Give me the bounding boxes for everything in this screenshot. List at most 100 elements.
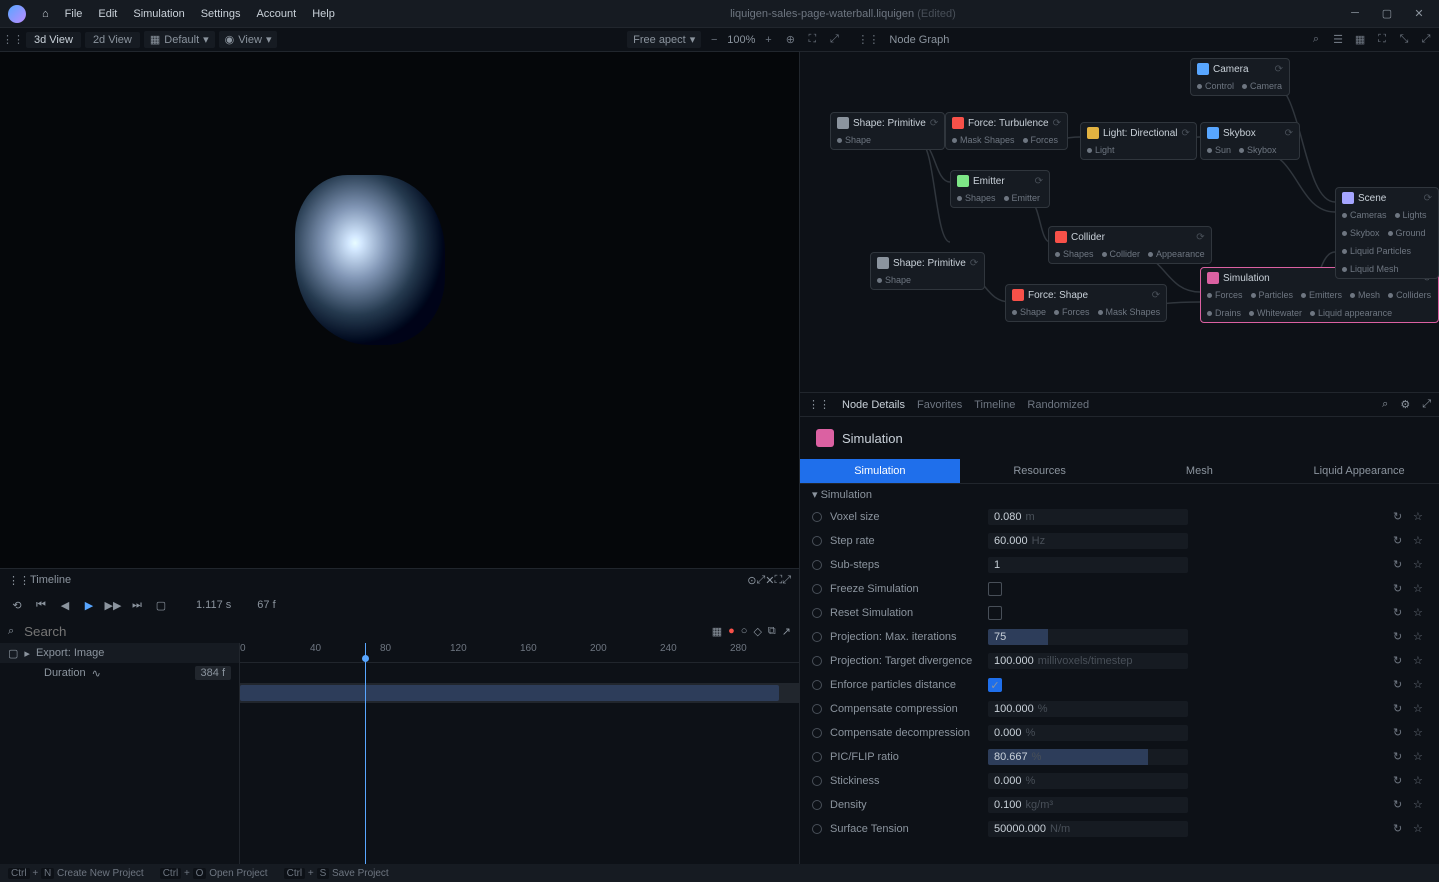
playhead[interactable]	[365, 643, 366, 864]
node-refresh-icon[interactable]: ⟳	[1196, 232, 1204, 243]
status-shortcut[interactable]: Ctrl + S Save Project	[284, 868, 389, 879]
node-port[interactable]: Liquid Particles	[1342, 246, 1411, 256]
status-shortcut[interactable]: Ctrl + N Create New Project	[8, 868, 144, 879]
collapse-icon[interactable]: ⤡	[1395, 31, 1413, 49]
node-port[interactable]: Liquid Mesh	[1342, 264, 1399, 274]
node-port[interactable]: Skybox	[1342, 228, 1380, 238]
layout-dropdown[interactable]: ▦ Default ▾	[144, 31, 215, 48]
grip-icon[interactable]: ⋮⋮	[8, 574, 30, 587]
node-emitter[interactable]: Emitter⟳ShapesEmitter	[950, 170, 1050, 208]
menu-settings[interactable]: Settings	[193, 4, 249, 24]
node-port[interactable]: Emitters	[1301, 290, 1342, 300]
prop-value-input[interactable]: 100.000millivoxels/timestep	[988, 653, 1188, 669]
node-port[interactable]: Mask Shapes	[952, 135, 1015, 145]
node-port[interactable]: Collider	[1102, 249, 1141, 259]
step-back-button[interactable]: ◀	[56, 596, 74, 614]
prop-checkbox[interactable]	[988, 582, 1002, 596]
node-port[interactable]: Shape	[837, 135, 871, 145]
subtab-simulation[interactable]: Simulation	[800, 459, 960, 483]
node-port[interactable]: Shape	[1012, 307, 1046, 317]
reset-icon[interactable]: ↻	[1393, 606, 1407, 620]
node-collider[interactable]: Collider⟳ShapesColliderAppearance	[1048, 226, 1212, 264]
favorite-icon[interactable]: ☆	[1413, 678, 1427, 692]
reset-icon[interactable]: ↻	[1393, 654, 1407, 668]
settings-icon[interactable]: ⚙	[1400, 398, 1410, 411]
node-refresh-icon[interactable]: ⟳	[930, 118, 938, 129]
node-port[interactable]: Camera	[1242, 81, 1282, 91]
export-row[interactable]: ▢ ▸ Export: Image	[0, 643, 239, 663]
subtab-resources[interactable]: Resources	[960, 459, 1120, 483]
home-icon[interactable]: ⌂	[34, 4, 57, 24]
prop-keyframe-toggle[interactable]	[812, 536, 822, 546]
reset-icon[interactable]: ↻	[1393, 558, 1407, 572]
favorite-icon[interactable]: ☆	[1413, 606, 1427, 620]
menu-file[interactable]: File	[57, 4, 91, 24]
menu-simulation[interactable]: Simulation	[125, 4, 192, 24]
subtab-mesh[interactable]: Mesh	[1120, 459, 1280, 483]
menu-edit[interactable]: Edit	[90, 4, 125, 24]
node-port[interactable]: Mesh	[1350, 290, 1380, 300]
node-light[interactable]: Light: Directional⟳Light	[1080, 122, 1197, 160]
node-refresh-icon[interactable]: ⟳	[1424, 193, 1432, 204]
node-port[interactable]: Particles	[1251, 290, 1294, 300]
zoom-in-button[interactable]: +	[759, 31, 777, 49]
step-forward-button[interactable]: ▶▶	[104, 596, 122, 614]
collapse-icon[interactable]: ✕	[765, 574, 774, 587]
prop-keyframe-toggle[interactable]	[812, 608, 822, 618]
play-button[interactable]: ▶	[80, 596, 98, 614]
favorite-icon[interactable]: ☆	[1413, 750, 1427, 764]
subtab-liquid-appearance[interactable]: Liquid Appearance	[1279, 459, 1439, 483]
record-dot-icon[interactable]: ●	[728, 625, 735, 637]
expand-icon[interactable]: ⤢	[825, 31, 843, 49]
node-port[interactable]: Liquid appearance	[1310, 308, 1392, 318]
node-port[interactable]: Sun	[1207, 145, 1231, 155]
node-port[interactable]: Mask Shapes	[1098, 307, 1161, 317]
prop-keyframe-toggle[interactable]	[812, 704, 822, 714]
view-2d-button[interactable]: 2d View	[85, 32, 140, 48]
focus-icon[interactable]: ⊕	[781, 31, 799, 49]
search-icon[interactable]: ⌕	[1307, 31, 1325, 49]
reset-icon[interactable]: ↻	[1393, 582, 1407, 596]
tab-timeline[interactable]: Timeline	[974, 399, 1015, 411]
duration-row[interactable]: Duration ∿ 384 f	[0, 663, 239, 683]
node-camera[interactable]: Camera⟳ControlCamera	[1190, 58, 1290, 96]
reset-icon[interactable]: ↻	[1393, 822, 1407, 836]
status-shortcut[interactable]: Ctrl + O Open Project	[160, 868, 268, 879]
prop-value-input[interactable]: 0.000%	[988, 725, 1188, 741]
tab-favorites[interactable]: Favorites	[917, 399, 962, 411]
node-port[interactable]: Light	[1087, 145, 1115, 155]
node-skybox[interactable]: Skybox⟳SunSkybox	[1200, 122, 1300, 160]
section-simulation[interactable]: ▾ Simulation	[800, 484, 1439, 505]
prop-value-input[interactable]: 50000.000N/m	[988, 821, 1188, 837]
menu-help[interactable]: Help	[304, 4, 343, 24]
node-port[interactable]: Shapes	[957, 193, 996, 203]
timeline-clip[interactable]	[240, 685, 779, 701]
list-icon[interactable]: ☰	[1329, 31, 1347, 49]
favorite-icon[interactable]: ☆	[1413, 798, 1427, 812]
node-port[interactable]: Shapes	[1055, 249, 1094, 259]
reset-icon[interactable]: ↻	[1393, 510, 1407, 524]
prop-value-input[interactable]: 80.667%	[988, 749, 1188, 765]
favorite-icon[interactable]: ☆	[1413, 558, 1427, 572]
fit-icon[interactable]: ⛶	[1373, 31, 1391, 49]
circle-icon[interactable]: ○	[741, 625, 748, 637]
key-icon[interactable]: ◇	[753, 625, 761, 638]
node-port[interactable]: Forces	[1054, 307, 1090, 317]
node-shape1[interactable]: Shape: Primitive⟳Shape	[830, 112, 945, 150]
more-icon[interactable]: ⛶	[774, 574, 782, 587]
reset-icon[interactable]: ↻	[1393, 750, 1407, 764]
favorite-icon[interactable]: ☆	[1413, 726, 1427, 740]
fullscreen-icon[interactable]: ⤢	[1417, 31, 1435, 49]
view-dropdown[interactable]: ◉ View ▾	[219, 31, 278, 48]
reset-icon[interactable]: ↻	[1393, 702, 1407, 716]
prop-keyframe-toggle[interactable]	[812, 512, 822, 522]
grid-icon[interactable]: ▦	[1351, 31, 1369, 49]
record-icon[interactable]: ⊙	[747, 574, 756, 587]
node-refresh-icon[interactable]: ⟳	[970, 258, 978, 269]
reset-icon[interactable]: ↻	[1393, 630, 1407, 644]
favorite-icon[interactable]: ☆	[1413, 702, 1427, 716]
node-refresh-icon[interactable]: ⟳	[1181, 128, 1189, 139]
loop-button[interactable]: ⟲	[8, 596, 26, 614]
viewport-icon[interactable]: ⛶	[803, 31, 821, 49]
prop-keyframe-toggle[interactable]	[812, 728, 822, 738]
